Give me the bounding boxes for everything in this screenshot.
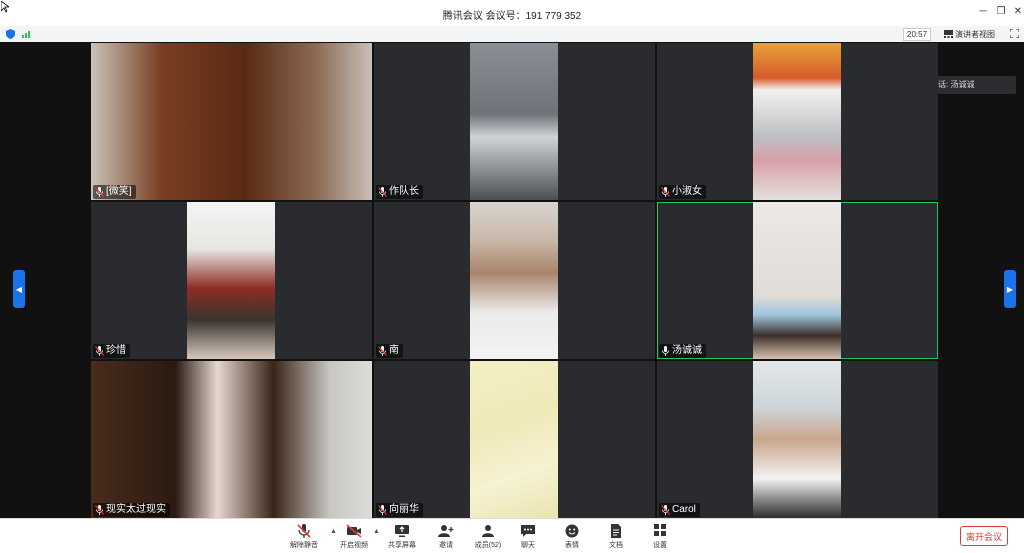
- video-tile-active-speaker[interactable]: 汤诚诚: [657, 202, 938, 359]
- mic-muted-icon: [95, 346, 104, 356]
- video-feed: [753, 43, 841, 200]
- add-user-icon: [438, 525, 454, 537]
- video-tile[interactable]: 小淑女: [657, 43, 938, 200]
- participant-name-tag: 向丽华: [376, 503, 423, 517]
- settings-label: 设置: [653, 542, 667, 549]
- participant-name: 汤诚诚: [672, 345, 702, 356]
- prev-page-button[interactable]: ◀: [13, 270, 25, 308]
- participant-name: Carol: [672, 504, 696, 515]
- video-feed: [470, 43, 558, 200]
- participant-name: 现实太过现实: [106, 504, 166, 515]
- members-button[interactable]: 成员(52): [470, 524, 506, 550]
- participant-name: 南: [389, 345, 399, 356]
- mic-muted-icon: [378, 187, 387, 197]
- participant-name-tag: 汤诚诚: [659, 344, 706, 358]
- emoji-icon: [565, 524, 579, 538]
- minimize-icon[interactable]: ─: [976, 6, 990, 18]
- video-feed: [753, 202, 841, 359]
- video-tile[interactable]: 南: [374, 202, 655, 359]
- video-feed: [187, 202, 275, 359]
- info-bar: 20:57 演讲者视图: [0, 26, 1024, 43]
- video-feed: [91, 361, 372, 518]
- mic-muted-icon: [661, 187, 670, 197]
- participant-name-tag: Carol: [659, 503, 700, 517]
- settings-button[interactable]: 设置: [642, 524, 678, 550]
- participant-name: 珍惜: [106, 345, 126, 356]
- docs-button[interactable]: 文档: [598, 524, 634, 550]
- video-tile[interactable]: [微笑]: [91, 43, 372, 200]
- fullscreen-icon[interactable]: [1010, 29, 1019, 38]
- participant-name-tag: 现实太过现实: [93, 503, 170, 517]
- unmute-button[interactable]: 解除静音: [286, 524, 322, 550]
- start-video-label: 开启视频: [340, 542, 368, 549]
- share-screen-button[interactable]: 共享屏幕: [384, 524, 420, 550]
- video-feed: [470, 202, 558, 359]
- members-icon: [482, 525, 494, 537]
- video-tile[interactable]: Carol: [657, 361, 938, 518]
- invite-label: 邀请: [439, 542, 453, 549]
- window-title: 腾讯会议 会议号：191 779 352: [442, 11, 582, 22]
- participant-name: 小淑女: [672, 186, 702, 197]
- mic-muted-icon: [378, 505, 387, 515]
- meeting-toolbar: 解除静音 ▲ 开启视频 ▲ 共享屏幕 邀请 成员(52) 聊天 表情 文档 设置…: [0, 518, 1024, 553]
- leave-meeting-button[interactable]: 离开会议: [960, 526, 1008, 546]
- participant-name-tag: 作队长: [376, 185, 423, 199]
- video-feed: [470, 361, 558, 518]
- restore-icon[interactable]: ❐: [994, 6, 1008, 18]
- mic-active-icon: [662, 346, 669, 356]
- participant-name-tag: 小淑女: [659, 185, 706, 199]
- chat-icon: [521, 525, 535, 537]
- title-bar: 腾讯会议 会议号：191 779 352 ─ ❐ ✕: [0, 0, 1024, 26]
- mic-muted-icon: [378, 346, 387, 356]
- mic-muted-icon: [95, 505, 104, 515]
- grid-view-icon: [944, 30, 953, 38]
- video-tile[interactable]: 向丽华: [374, 361, 655, 518]
- share-screen-icon: [395, 525, 409, 537]
- invite-button[interactable]: 邀请: [428, 524, 464, 550]
- participant-name-tag: 南: [376, 344, 403, 358]
- chat-button[interactable]: 聊天: [510, 524, 546, 550]
- start-video-button[interactable]: 开启视频: [336, 524, 372, 550]
- document-icon: [611, 524, 621, 538]
- chat-label: 聊天: [521, 542, 535, 549]
- video-stage: ◀ ▶ 正在讲话: 汤诚诚 [微笑] 作队长 小淑女 珍惜 南 汤诚诚 现实太过…: [0, 42, 1024, 518]
- mic-muted-icon: [297, 524, 311, 538]
- next-page-button[interactable]: ▶: [1004, 270, 1016, 308]
- camera-off-icon: [346, 524, 362, 538]
- members-label: 成员(52): [474, 542, 502, 549]
- speaker-view-button[interactable]: 演讲者视图: [944, 28, 995, 40]
- signal-icon[interactable]: [22, 30, 32, 38]
- video-feed: [753, 361, 841, 518]
- video-tile[interactable]: 现实太过现实: [91, 361, 372, 518]
- mic-muted-icon: [95, 187, 104, 197]
- video-feed: [91, 43, 372, 200]
- docs-label: 文档: [609, 542, 623, 549]
- app-grid-icon: [654, 524, 666, 536]
- participant-name-tag: 珍惜: [93, 344, 130, 358]
- participant-name-tag: [微笑]: [93, 185, 136, 199]
- video-tile[interactable]: 珍惜: [91, 202, 372, 359]
- participant-name: [微笑]: [106, 186, 132, 197]
- mic-muted-icon: [661, 505, 670, 515]
- participant-name: 向丽华: [389, 504, 419, 515]
- emoji-button[interactable]: 表情: [554, 524, 590, 550]
- meeting-timer: 20:57: [903, 28, 932, 41]
- video-options-caret[interactable]: ▲: [373, 528, 380, 535]
- speaker-view-label: 演讲者视图: [955, 29, 995, 39]
- participant-name: 作队长: [389, 186, 419, 197]
- close-icon[interactable]: ✕: [1011, 6, 1024, 18]
- share-screen-label: 共享屏幕: [388, 542, 416, 549]
- emoji-label: 表情: [565, 542, 579, 549]
- video-tile[interactable]: 作队长: [374, 43, 655, 200]
- unmute-label: 解除静音: [290, 542, 318, 549]
- shield-icon[interactable]: [6, 29, 15, 39]
